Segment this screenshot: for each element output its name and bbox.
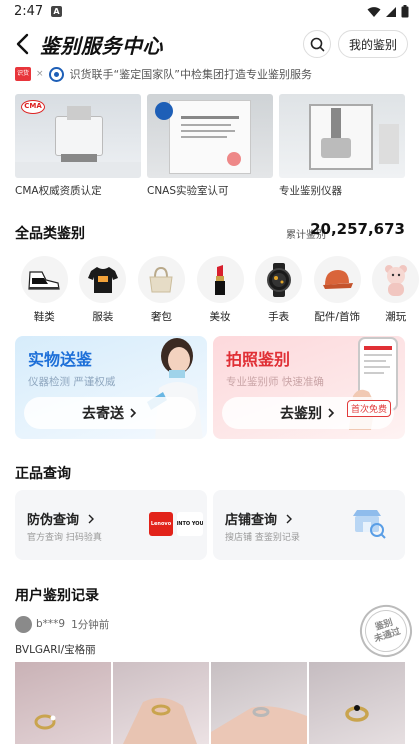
cma-lab-image: CMA xyxy=(15,94,141,178)
times-icon: × xyxy=(36,69,44,79)
lipstick-icon xyxy=(215,264,226,295)
category-label: 奢包 xyxy=(150,311,172,323)
category-accessories[interactable]: 配件/首饰 xyxy=(308,256,367,326)
send-button-label: 去寄送 xyxy=(82,406,124,422)
partner-bar: 识货 × 识货联手“鉴定国家队”中检集团打造专业鉴别服务 xyxy=(15,66,415,82)
category-shoes[interactable]: 鞋类 xyxy=(15,256,74,326)
section-title-records: 用户鉴别记录 xyxy=(15,588,99,604)
cert-caption: 专业鉴别仪器 xyxy=(279,185,342,197)
brand-logos: Lenovo INTO YOU xyxy=(149,512,203,536)
into-you-logo: INTO YOU xyxy=(177,512,203,536)
post-time: 1分钟前 xyxy=(71,618,110,631)
service-title: 拍照鉴别 xyxy=(226,350,291,369)
search-button[interactable] xyxy=(303,30,331,58)
ccic-logo xyxy=(48,66,64,82)
signal-icon xyxy=(386,6,396,17)
section-title-authenticity: 正品查询 xyxy=(15,466,71,482)
query-title: 店铺查询 xyxy=(225,509,293,528)
search-icon xyxy=(310,37,324,51)
anti-fake-query-card[interactable]: 防伪查询 官方查询 扫码验真 Lenovo INTO YOU xyxy=(15,490,207,560)
category-toys[interactable]: 潮玩 xyxy=(366,256,419,326)
section-title-all-categories: 全品类鉴别 xyxy=(15,226,85,242)
my-authentication-button[interactable]: 我的鉴别 xyxy=(338,30,408,58)
status-time: 2:47 xyxy=(14,4,44,19)
authenticate-button-label: 去鉴别 xyxy=(280,406,322,422)
user-name: b***9 xyxy=(36,618,66,630)
instrument-image xyxy=(279,94,405,178)
cert-card-cma[interactable]: CMA CMA权威资质认定 xyxy=(15,94,141,200)
failed-stamp: 鉴别 未通过 xyxy=(353,598,419,664)
hand-ring-image xyxy=(211,706,307,744)
cert-card-instrument[interactable]: 专业鉴别仪器 xyxy=(279,94,405,200)
cnas-certificate-image xyxy=(147,94,273,178)
record-photo-row xyxy=(15,662,419,744)
record-user: b***9 1分钟前 xyxy=(15,615,109,633)
query-title: 防伪查询 xyxy=(27,509,95,528)
category-label: 美妆 xyxy=(209,311,231,323)
cma-badge: CMA xyxy=(21,100,45,114)
record-photo[interactable] xyxy=(211,662,307,744)
back-arrow-icon[interactable] xyxy=(12,32,34,56)
send-button[interactable]: 去寄送 xyxy=(24,397,196,429)
category-label: 潮玩 xyxy=(385,311,407,323)
chevron-right-icon xyxy=(130,408,137,418)
service-title: 实物送鉴 xyxy=(28,350,93,369)
query-subtitle: 官方查询 扫码验真 xyxy=(27,533,102,543)
service-subtitle: 仪器检测 严谨权威 xyxy=(28,376,116,388)
category-label: 配件/首饰 xyxy=(314,311,360,323)
category-watches[interactable]: 手表 xyxy=(249,256,308,326)
total-value: 20,257,673 xyxy=(310,220,405,238)
hand-ring-image xyxy=(123,697,197,744)
chevron-right-icon xyxy=(88,514,94,524)
category-label: 手表 xyxy=(268,311,290,323)
battery-icon xyxy=(401,5,409,18)
header: 鉴别服务中心 我的鉴别 xyxy=(0,26,419,62)
store-query-card[interactable]: 店铺查询 搜店铺 查鉴别记录 xyxy=(213,490,405,560)
record-photo[interactable] xyxy=(15,662,111,744)
record-photo[interactable] xyxy=(309,662,405,744)
category-beauty[interactable]: 美妆 xyxy=(191,256,250,326)
store-search-icon xyxy=(353,510,386,539)
partner-text: 识货联手“鉴定国家队”中检集团打造专业鉴别服务 xyxy=(69,68,312,81)
category-label: 服装 xyxy=(92,311,114,323)
watch-icon xyxy=(266,262,291,297)
cert-caption: CNAS实验室认可 xyxy=(147,185,229,197)
sneaker-icon xyxy=(28,270,60,290)
cert-card-cnas[interactable]: CNAS实验室认可 xyxy=(147,94,273,200)
status-icons xyxy=(367,5,409,18)
photo-authentication-card[interactable]: 拍照鉴别 专业鉴别师 快速准确 去鉴别 首次免费 xyxy=(213,336,405,439)
category-luxury-bags[interactable]: 奢包 xyxy=(132,256,191,326)
record-brand: BVLGARI/宝格丽 xyxy=(15,644,96,656)
notification-icon: A xyxy=(51,6,62,17)
first-free-badge: 首次免费 xyxy=(347,400,392,417)
category-row: 鞋类 服装 奢包 美妆 手表 配件/首饰 潮玩 xyxy=(15,256,419,326)
category-label: 鞋类 xyxy=(33,311,55,323)
avatar xyxy=(15,615,32,633)
ring-image xyxy=(345,705,369,722)
physical-authentication-card[interactable]: 实物送鉴 仪器检测 严谨权威 去寄送 xyxy=(15,336,207,439)
chevron-right-icon xyxy=(328,408,335,418)
wifi-icon xyxy=(367,6,381,17)
ring-image xyxy=(34,714,56,730)
page-title: 鉴别服务中心 xyxy=(40,34,163,58)
chevron-right-icon xyxy=(286,514,292,524)
record-photo[interactable] xyxy=(113,662,209,744)
status-bar: 2:47 A xyxy=(0,0,419,24)
shihuo-logo: 识货 xyxy=(15,67,31,81)
service-subtitle: 专业鉴别师 快速准确 xyxy=(226,376,324,388)
toy-bear-icon xyxy=(384,264,407,296)
certification-row: CMA CMA权威资质认定 CNAS实验室认可 专业鉴别仪器 xyxy=(15,94,415,200)
tshirt-icon xyxy=(87,266,118,293)
cert-caption: CMA权威资质认定 xyxy=(15,185,102,197)
lenovo-logo: Lenovo xyxy=(149,512,173,536)
category-clothing[interactable]: 服装 xyxy=(74,256,133,326)
handbag-icon xyxy=(149,266,174,292)
cap-icon xyxy=(323,269,354,289)
query-subtitle: 搜店铺 查鉴别记录 xyxy=(225,533,300,543)
